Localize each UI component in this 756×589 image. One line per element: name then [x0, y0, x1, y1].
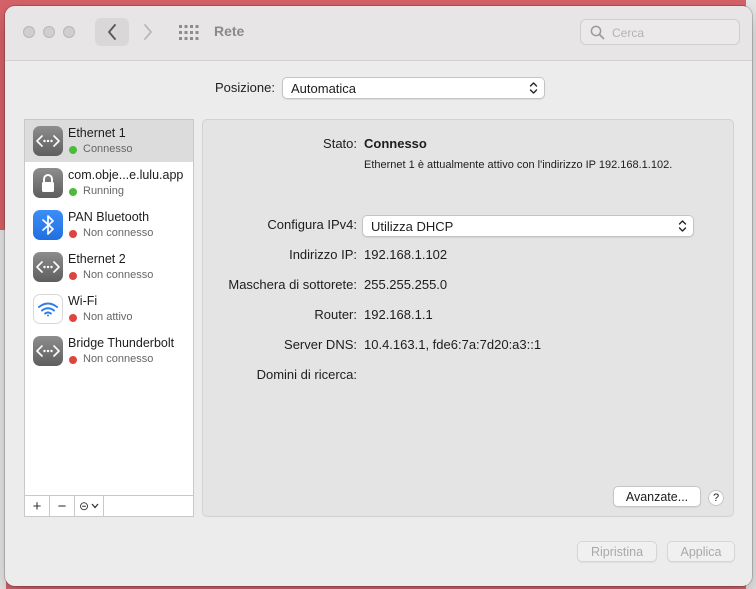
chevron-right-icon: [144, 24, 152, 40]
status-description: Ethernet 1 è attualmente attivo con l'in…: [364, 159, 673, 171]
location-label: Posizione:: [215, 80, 275, 95]
search-placeholder: Cerca: [612, 26, 645, 40]
close-button[interactable]: [23, 26, 35, 38]
location-popup[interactable]: Automatica: [282, 77, 545, 99]
status-dot: [69, 188, 77, 196]
ethernet-icon: [33, 252, 63, 282]
ethernet-icon: [33, 336, 63, 366]
service-name: Ethernet 1: [68, 126, 126, 140]
search-field[interactable]: Cerca: [580, 19, 740, 45]
ip-address-value: 192.168.1.102: [364, 247, 448, 262]
status-label: Stato:: [323, 136, 357, 151]
status-dot: [69, 272, 77, 280]
service-list-toolbar: + − ⊝: [25, 495, 193, 516]
service-status: Non connesso: [83, 227, 154, 239]
status-dot: [69, 146, 77, 154]
service-name: PAN Bluetooth: [68, 210, 150, 224]
location-value: Automatica: [291, 81, 357, 96]
search-icon: [590, 25, 605, 40]
status-value: Connesso: [364, 136, 427, 151]
service-status: Non attivo: [83, 311, 133, 323]
show-all-grid-icon[interactable]: [179, 25, 199, 40]
service-item-ethernet-2[interactable]: Ethernet 2 Non connesso: [25, 246, 193, 288]
window-title: Rete: [214, 23, 245, 39]
revert-button[interactable]: Ripristina: [577, 541, 657, 562]
network-preferences-window: Rete Cerca Posizione: Automatica Etherne…: [5, 6, 752, 586]
action-icon: ⊝: [78, 499, 90, 513]
configure-ipv4-value: Utilizza DHCP: [371, 219, 454, 234]
configure-ipv4-popup[interactable]: Utilizza DHCP: [362, 215, 694, 237]
service-list: Ethernet 1 Connesso com.obje...e.lulu.ap…: [24, 119, 194, 517]
chevron-left-icon: [108, 24, 116, 40]
bluetooth-icon: [33, 210, 63, 240]
advanced-button[interactable]: Avanzate...: [613, 486, 701, 507]
zoom-button[interactable]: [63, 26, 75, 38]
service-name: Bridge Thunderbolt: [68, 336, 175, 350]
router-value: 192.168.1.1: [364, 307, 433, 322]
service-status: Non connesso: [83, 269, 154, 281]
forward-button[interactable]: [131, 18, 165, 46]
lock-icon: [33, 168, 63, 198]
help-button[interactable]: ?: [708, 490, 724, 506]
apply-button[interactable]: Applica: [667, 541, 735, 562]
title-bar: Rete Cerca: [5, 6, 752, 61]
service-item-wifi[interactable]: Wi-Fi Non attivo: [25, 288, 193, 330]
service-name: Wi-Fi: [68, 294, 98, 308]
service-status: Running: [83, 185, 124, 197]
chevron-updown-icon: [529, 82, 538, 94]
configure-ipv4-label: Configura IPv4:: [267, 217, 357, 232]
service-item-pan-bluetooth[interactable]: PAN Bluetooth Non connesso: [25, 204, 193, 246]
dns-server-label: Server DNS:: [284, 337, 357, 352]
chevron-down-icon: [91, 503, 99, 509]
subnet-mask-value: 255.255.255.0: [364, 277, 448, 292]
service-item-ethernet-1[interactable]: Ethernet 1 Connesso: [25, 120, 193, 162]
dns-server-value: 10.4.163.1, fde6:7a:7d20:a3::1: [364, 337, 542, 352]
subnet-mask-label: Maschera di sottorete:: [228, 277, 357, 292]
back-button[interactable]: [95, 18, 129, 46]
service-name: Ethernet 2: [68, 252, 126, 266]
service-name: com.obje...e.lulu.app: [68, 168, 184, 182]
status-dot: [69, 314, 77, 322]
service-item-lulu[interactable]: com.obje...e.lulu.app Running: [25, 162, 193, 204]
service-item-bridge-thunderbolt[interactable]: Bridge Thunderbolt Non connesso: [25, 330, 193, 372]
wifi-icon: [33, 294, 63, 324]
search-domains-label: Domini di ricerca:: [256, 367, 357, 382]
remove-service-button[interactable]: −: [50, 496, 75, 516]
chevron-updown-icon: [678, 220, 687, 232]
ip-address-label: Indirizzo IP:: [289, 247, 357, 262]
service-status: Connesso: [83, 143, 133, 155]
actions-menu-button[interactable]: ⊝: [75, 496, 104, 516]
add-service-button[interactable]: +: [25, 496, 50, 516]
status-dot: [69, 356, 77, 364]
service-detail-panel: Stato: Connesso Ethernet 1 è attualmente…: [202, 119, 734, 517]
service-status: Non connesso: [83, 353, 154, 365]
status-dot: [69, 230, 77, 238]
minimize-button[interactable]: [43, 26, 55, 38]
ethernet-icon: [33, 126, 63, 156]
router-label: Router:: [314, 307, 357, 322]
